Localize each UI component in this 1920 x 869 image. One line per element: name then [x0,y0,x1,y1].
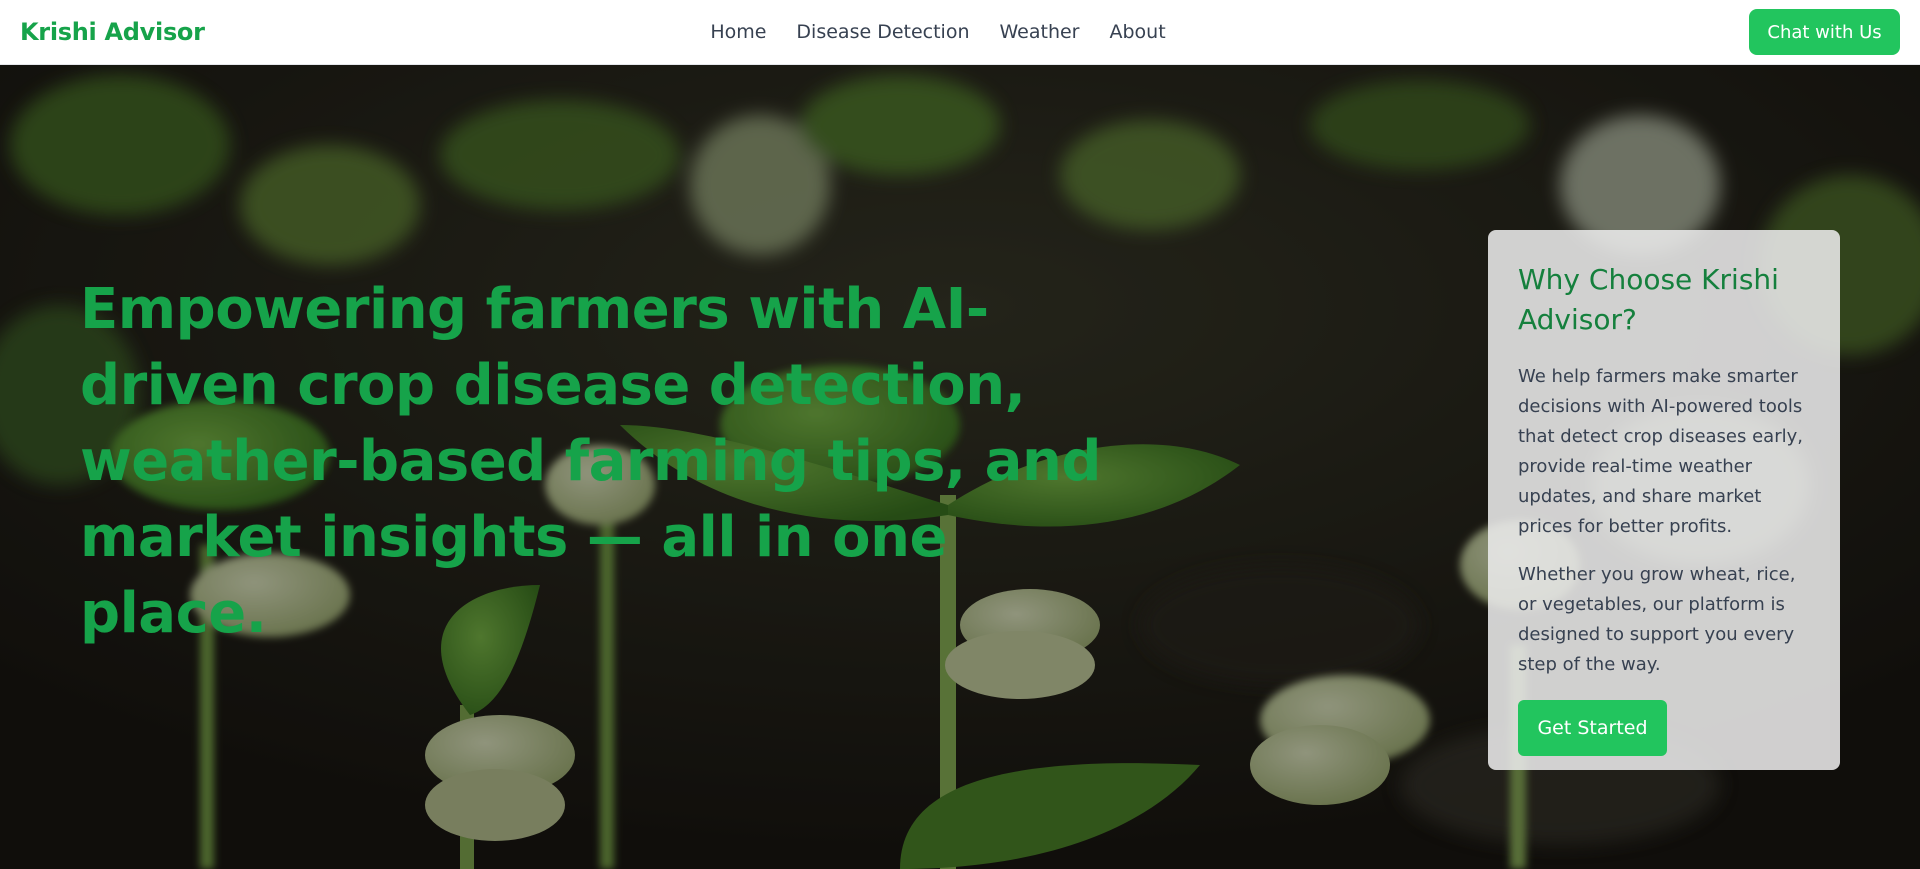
nav-link-disease-detection[interactable]: Disease Detection [796,21,969,43]
nav-link-home[interactable]: Home [710,21,766,43]
card-paragraph-2: Whether you grow wheat, rice, or vegetab… [1518,564,1796,675]
hero-headline: Empowering farmers with AI-driven crop d… [80,277,1101,646]
get-started-button[interactable]: Get Started [1518,700,1667,756]
hero-section: Empowering farmers with AI-driven crop d… [0,65,1920,869]
navbar: Krishi Advisor Home Disease Detection We… [0,0,1920,65]
card-title: Why Choose Krishi Advisor? [1518,263,1779,336]
nav-link-weather[interactable]: Weather [1000,21,1080,43]
card-paragraph-1: We help farmers make smarter decisions w… [1518,366,1803,537]
why-choose-card: Why Choose Krishi Advisor? We help farme… [1488,230,1840,770]
nav-link-about[interactable]: About [1110,21,1166,43]
nav-menu: Home Disease Detection Weather About [0,21,1920,43]
chat-with-us-button[interactable]: Chat with Us [1749,9,1900,55]
